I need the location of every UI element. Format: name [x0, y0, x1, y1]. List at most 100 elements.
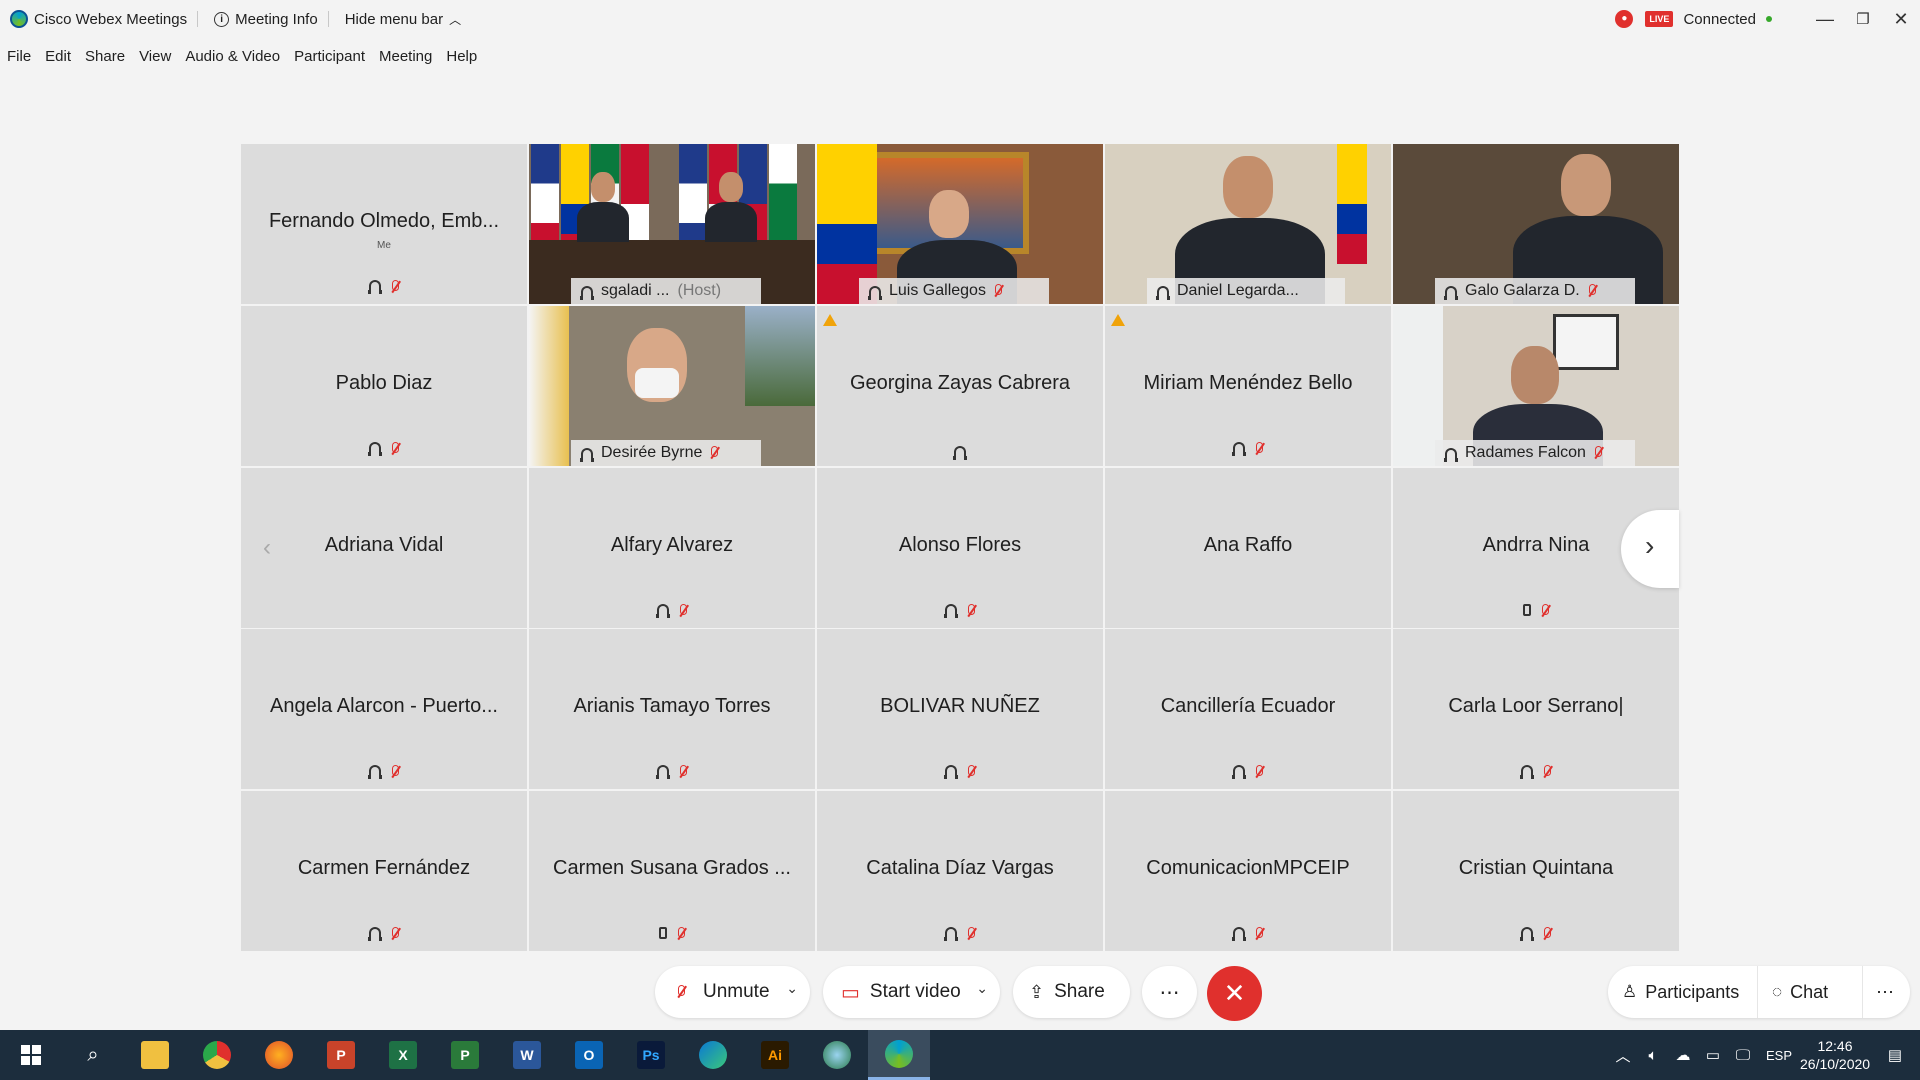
- taskbar-word[interactable]: W: [496, 1030, 558, 1080]
- chevron-up-icon[interactable]: ︿: [1608, 1045, 1638, 1066]
- outlook-icon: O: [575, 1041, 603, 1069]
- muted-mic-icon: [679, 765, 687, 779]
- chevron-down-icon[interactable]: ⌄: [976, 980, 988, 997]
- muted-mic-icon: [677, 927, 685, 941]
- muted-mic-icon: [677, 985, 685, 999]
- participant-tile[interactable]: Andrra Nina ›: [1393, 467, 1679, 628]
- restore-button[interactable]: ❐: [1844, 0, 1882, 38]
- next-page-button[interactable]: ›: [1621, 509, 1679, 588]
- muted-mic-icon: [1255, 927, 1263, 941]
- participant-name: Miriam Menéndez Bello: [1143, 371, 1353, 394]
- muted-mic-icon: [391, 927, 399, 941]
- clock-time: 12:46: [1817, 1038, 1853, 1054]
- participant-tile[interactable]: Miriam Menéndez Bello: [1105, 305, 1391, 466]
- taskbar-globe-app[interactable]: [806, 1030, 868, 1080]
- end-meeting-button[interactable]: ✕: [1207, 966, 1262, 1021]
- menu-view[interactable]: View: [132, 44, 178, 70]
- meeting-info-button[interactable]: i Meeting Info: [204, 0, 328, 38]
- recording-icon[interactable]: ●: [1615, 10, 1634, 28]
- participant-tile[interactable]: Fernando Olmedo, Emb... Me: [241, 144, 527, 304]
- panel-more-button[interactable]: ⋯: [1863, 982, 1907, 1003]
- chat-button[interactable]: ◌ Chat: [1758, 982, 1862, 1003]
- participant-tile[interactable]: Georgina Zayas Cabrera: [817, 305, 1103, 466]
- taskbar-excel[interactable]: X: [372, 1030, 434, 1080]
- participant-name: Cristian Quintana: [1458, 857, 1614, 879]
- participant-tile[interactable]: Catalina Díaz Vargas: [817, 791, 1103, 951]
- participant-name: Catalina Díaz Vargas: [866, 857, 1054, 879]
- participant-tile[interactable]: ‹ Adriana Vidal: [241, 467, 527, 628]
- more-icon: ⋯: [1159, 981, 1180, 1004]
- close-window-button[interactable]: ✕: [1882, 0, 1920, 38]
- participant-video-tile[interactable]: Daniel Legarda...: [1105, 144, 1391, 304]
- taskbar-firefox[interactable]: [248, 1030, 310, 1080]
- menu-share[interactable]: Share: [78, 44, 132, 70]
- app-name: Cisco Webex Meetings: [34, 10, 188, 28]
- menu-file[interactable]: File: [0, 44, 38, 70]
- participant-tile[interactable]: Carmen Fernández: [241, 791, 527, 951]
- participant-video-tile[interactable]: Radames Falcon: [1393, 305, 1679, 466]
- webex-logo-icon: [10, 10, 28, 28]
- participant-tile[interactable]: Arianis Tamayo Torres: [529, 629, 815, 790]
- minimize-button[interactable]: —: [1806, 0, 1844, 38]
- participants-button[interactable]: ♙ Participants: [1608, 982, 1757, 1003]
- participant-tile[interactable]: Carla Loor Serrano|: [1393, 629, 1679, 790]
- live-badge: LIVE: [1645, 11, 1674, 27]
- taskbar-edge[interactable]: [682, 1030, 744, 1080]
- participant-name: Cancillería Ecuador: [1160, 695, 1336, 718]
- participant-tile[interactable]: Cancillería Ecuador: [1105, 629, 1391, 790]
- taskbar-webex[interactable]: [868, 1030, 930, 1080]
- participant-tile[interactable]: Carmen Susana Grados ...: [529, 791, 815, 951]
- taskbar-file-explorer[interactable]: [124, 1030, 186, 1080]
- word-icon: W: [513, 1041, 541, 1069]
- participant-video-tile[interactable]: Luis Gallegos: [817, 144, 1103, 304]
- participant-tile[interactable]: ComunicacionMPCEIP: [1105, 791, 1391, 951]
- divider: [197, 11, 199, 27]
- participant-tile[interactable]: Angela Alarcon - Puerto...: [241, 629, 527, 790]
- participant-video-tile[interactable]: sgaladi ... (Host): [529, 144, 815, 304]
- taskbar-photoshop[interactable]: Ps: [620, 1030, 682, 1080]
- audio-status: [817, 445, 1103, 460]
- network-icon[interactable]: 🖵︎: [1728, 1047, 1758, 1064]
- muted-mic-icon: [1541, 603, 1549, 618]
- menu-edit[interactable]: Edit: [38, 44, 78, 70]
- participant-tile[interactable]: Alfary Alvarez: [529, 467, 815, 628]
- participant-name: Georgina Zayas Cabrera: [849, 371, 1071, 394]
- more-options-button[interactable]: ⋯: [1142, 966, 1197, 1018]
- battery-icon[interactable]: ▭: [1698, 1046, 1728, 1064]
- clock[interactable]: 12:46 26/10/2020: [1800, 1037, 1870, 1073]
- language-indicator[interactable]: ESP: [1758, 1048, 1800, 1063]
- start-video-button[interactable]: ▭ Start video ⌄: [823, 966, 1000, 1018]
- participant-grid: Fernando Olmedo, Emb... Me sgaladi ... (: [241, 144, 1679, 951]
- notifications-icon[interactable]: ▤: [1870, 1046, 1920, 1064]
- taskbar-chrome[interactable]: [186, 1030, 248, 1080]
- taskbar-illustrator[interactable]: Ai: [744, 1030, 806, 1080]
- volume-icon[interactable]: 🔈︎: [1638, 1047, 1668, 1064]
- participant-tile[interactable]: Cristian Quintana: [1393, 791, 1679, 951]
- taskbar-powerpoint[interactable]: P: [310, 1030, 372, 1080]
- chevron-down-icon[interactable]: ⌄: [786, 980, 798, 997]
- menu-audio-video[interactable]: Audio & Video: [178, 44, 287, 70]
- unmute-button[interactable]: Unmute ⌄: [655, 966, 810, 1018]
- participant-video-tile[interactable]: Desirée Byrne: [529, 305, 815, 466]
- start-button[interactable]: [0, 1030, 62, 1080]
- audio-status: [529, 927, 815, 941]
- audio-status: [241, 280, 527, 294]
- participant-tile[interactable]: Pablo Diaz: [241, 305, 527, 466]
- cloud-icon[interactable]: ☁︎: [1668, 1046, 1698, 1064]
- participant-tile[interactable]: BOLIVAR NUÑEZ: [817, 629, 1103, 790]
- audio-status: [1105, 765, 1391, 780]
- participant-video-tile[interactable]: Galo Galarza D.: [1393, 144, 1679, 304]
- menu-meeting[interactable]: Meeting: [372, 44, 439, 70]
- audio-status: [1393, 927, 1679, 941]
- menu-participant[interactable]: Participant: [287, 44, 372, 70]
- participant-name: Fernando Olmedo, Emb...: [268, 210, 500, 232]
- share-button[interactable]: ⇪ Share: [1013, 966, 1130, 1018]
- participant-tile[interactable]: Alonso Flores: [817, 467, 1103, 628]
- participant-name: Carmen Susana Grados ...: [553, 857, 791, 879]
- search-button[interactable]: ⌕: [62, 1030, 124, 1080]
- participant-tile[interactable]: Ana Raffo: [1105, 467, 1391, 628]
- taskbar-project[interactable]: P: [434, 1030, 496, 1080]
- hide-menu-bar-button[interactable]: Hide menu bar ︿: [335, 0, 471, 38]
- taskbar-outlook[interactable]: O: [558, 1030, 620, 1080]
- menu-help[interactable]: Help: [439, 44, 484, 70]
